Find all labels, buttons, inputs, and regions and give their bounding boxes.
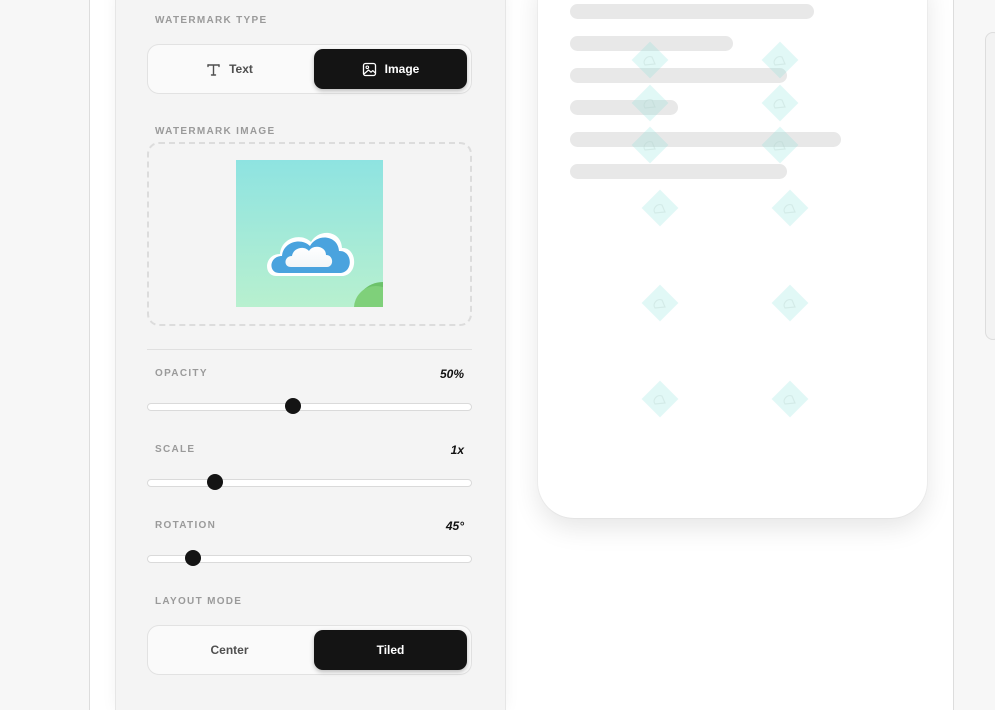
layout-mode-label: LAYOUT MODE [155, 596, 243, 607]
image-type-button[interactable]: Image [314, 49, 467, 89]
placeholder-line [570, 4, 814, 19]
watermark-image-label: WATERMARK IMAGE [155, 126, 276, 137]
watermark-tile [757, 80, 803, 126]
rotation-value: 45° [445, 519, 464, 533]
rotation-handle[interactable] [184, 550, 201, 566]
watermark-tile [637, 280, 683, 326]
side-panel-edge [985, 32, 995, 340]
watermark-tile [757, 122, 803, 168]
watermark-type-label: WATERMARK TYPE [155, 15, 268, 26]
image-type-label: Image [384, 62, 420, 76]
center-mode-button[interactable]: Center [153, 630, 306, 670]
watermark-type-toggle: Text Image [147, 44, 472, 94]
watermark-tile [767, 185, 813, 231]
text-type-button[interactable]: Text [153, 49, 306, 89]
center-mode-label: Center [210, 643, 249, 657]
placeholder-line [570, 68, 787, 83]
cloud-image [236, 160, 383, 307]
layout-mode-toggle: Center Tiled [147, 625, 472, 675]
tiled-mode-button[interactable]: Tiled [314, 630, 467, 670]
scale-handle[interactable] [207, 474, 224, 490]
watermark-tile [767, 376, 813, 422]
watermark-tile [627, 80, 673, 126]
text-icon [206, 62, 221, 77]
scale-slider[interactable] [147, 473, 472, 493]
rotation-label: ROTATION [155, 520, 217, 531]
section-divider [147, 349, 472, 350]
watermark-tile [767, 280, 813, 326]
image-icon [362, 62, 377, 77]
rotation-slider[interactable] [147, 549, 472, 569]
opacity-label: OPACITY [155, 368, 208, 379]
opacity-track [147, 403, 472, 411]
scale-track [147, 479, 472, 487]
placeholder-line [570, 164, 787, 179]
watermark-tile [627, 37, 673, 83]
opacity-slider[interactable] [147, 397, 472, 417]
scale-label: SCALE [155, 444, 196, 455]
watermark-tile [757, 37, 803, 83]
opacity-handle[interactable] [285, 398, 302, 414]
text-type-label: Text [229, 62, 253, 76]
scale-value: 1x [450, 443, 464, 457]
opacity-value: 50% [439, 367, 464, 381]
tiled-mode-label: Tiled [376, 643, 405, 657]
watermark-tile [637, 376, 683, 422]
watermark-tile [627, 122, 673, 168]
watermark-tile [637, 185, 683, 231]
